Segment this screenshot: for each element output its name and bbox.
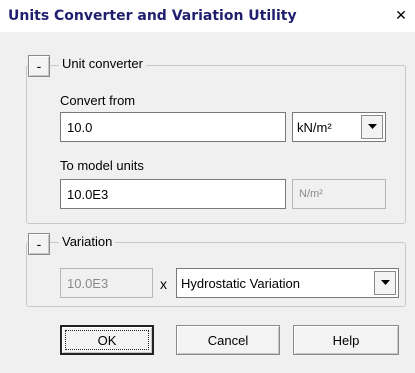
variation-legend: Variation [59, 234, 116, 249]
close-icon[interactable]: ✕ [393, 8, 409, 24]
units-converter-dialog: Units Converter and Variation Utility ✕ … [0, 0, 415, 373]
chevron-down-icon[interactable] [361, 115, 383, 139]
variation-type-select[interactable]: Hydrostatic Variation [176, 268, 399, 298]
window-title: Units Converter and Variation Utility [8, 8, 297, 24]
title-bar: Units Converter and Variation Utility ✕ [0, 0, 415, 32]
ok-button[interactable]: OK [60, 325, 154, 355]
chevron-down-icon[interactable] [374, 271, 396, 295]
focus-rect [65, 330, 149, 350]
variation-factor-input: 10.0E3 [60, 268, 153, 298]
from-unit-select[interactable]: kN/m² [292, 112, 386, 142]
to-model-units-input[interactable]: 10.0E3 [60, 179, 286, 209]
convert-from-label: Convert from [60, 93, 136, 108]
to-model-units-label: To model units [60, 158, 144, 173]
from-unit-value: kN/m² [297, 119, 332, 135]
cancel-button[interactable]: Cancel [176, 325, 280, 355]
multiply-sign: x [160, 276, 167, 292]
variation-type-value: Hydrostatic Variation [181, 275, 300, 291]
variation-factor-value: 10.0E3 [67, 275, 109, 291]
unit-converter-legend: Unit converter [59, 56, 146, 71]
unit-converter-collapse-button[interactable]: - [28, 55, 50, 77]
help-button[interactable]: Help [293, 325, 399, 355]
help-button-label: Help [332, 332, 360, 348]
convert-from-input[interactable]: 10.0 [60, 112, 286, 142]
variation-collapse-button[interactable]: - [28, 233, 50, 255]
cancel-button-label: Cancel [207, 332, 249, 348]
model-unit-display: N/m² [292, 179, 386, 209]
to-model-units-value: 10.0E3 [67, 186, 109, 202]
convert-from-value: 10.0 [67, 119, 93, 135]
model-unit-value: N/m² [299, 188, 323, 200]
